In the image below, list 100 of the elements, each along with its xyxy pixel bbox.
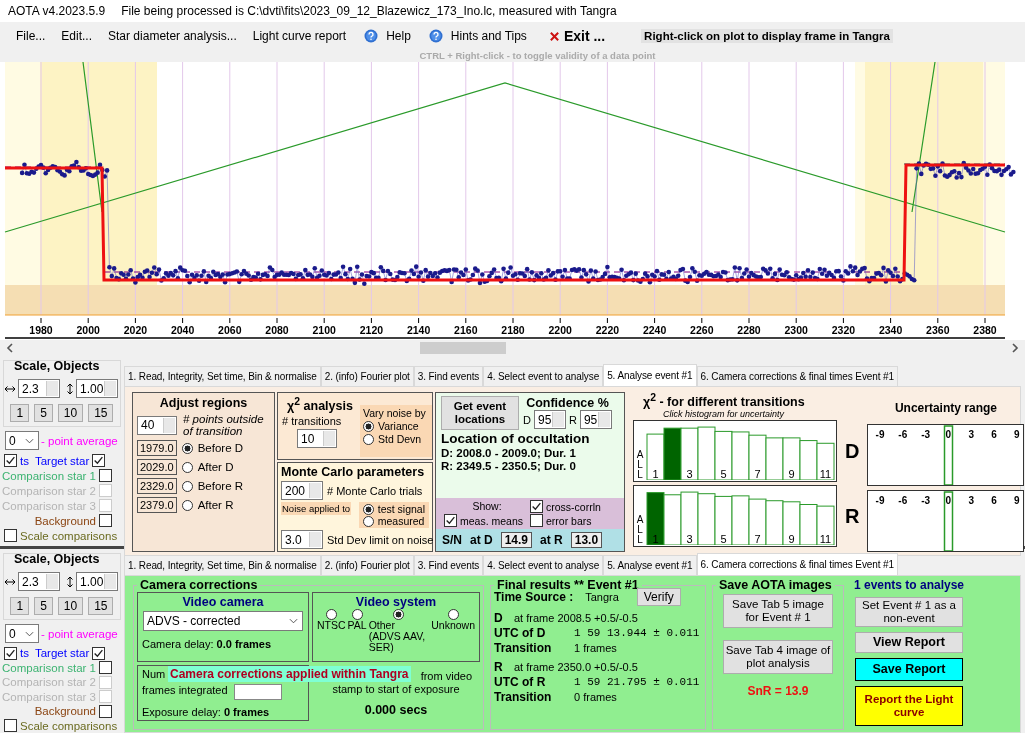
- frames-field[interactable]: [233, 684, 282, 700]
- radio-button[interactable]: [325, 609, 337, 620]
- radio-button[interactable]: [363, 420, 374, 432]
- sn-value: 13.0: [570, 532, 603, 548]
- radio-button[interactable]: [447, 609, 459, 620]
- number-spinner[interactable]: 1.00: [76, 572, 118, 591]
- menu-item[interactable]: Light curve report: [244, 29, 355, 43]
- tab[interactable]: 3. Find events: [413, 555, 484, 575]
- menu-item[interactable]: Edit...: [53, 29, 101, 43]
- number-spinner[interactable]: 95: [533, 410, 566, 429]
- scroll-left-icon[interactable]: [6, 343, 14, 353]
- zoom-button[interactable]: 1: [10, 597, 30, 615]
- radio-button[interactable]: [181, 480, 193, 492]
- scroll-right-icon[interactable]: [1011, 343, 1019, 353]
- checkbox[interactable]: [4, 454, 17, 467]
- histogram-bar[interactable]: [816, 505, 835, 546]
- chevron-down-icon[interactable]: [25, 437, 34, 444]
- checkbox[interactable]: [92, 646, 106, 660]
- zoom-button[interactable]: 15: [88, 404, 114, 422]
- number-spinner[interactable]: 10: [297, 429, 337, 449]
- report-button[interactable]: Save Report: [855, 658, 963, 681]
- histogram-bar[interactable]: [816, 442, 835, 481]
- tab[interactable]: 1. Read, Integrity, Set time, Bin & normalise: [124, 366, 321, 386]
- radio-button[interactable]: [362, 515, 374, 527]
- value-field[interactable]: 2029.0: [137, 459, 177, 475]
- chevron-down-icon[interactable]: [25, 630, 34, 637]
- tab[interactable]: 1. Read, Integrity, Set time, Bin & normalise: [124, 555, 321, 575]
- axis-label: 2260: [690, 324, 714, 336]
- tab[interactable]: 5. Analyse event #1: [603, 555, 697, 575]
- verify-button[interactable]: Verify: [636, 588, 681, 606]
- number-spinner[interactable]: 1.00: [76, 379, 118, 398]
- tab[interactable]: 2. (info) Fourier plot: [320, 555, 414, 575]
- value-field[interactable]: 2379.0: [137, 497, 177, 513]
- tab[interactable]: 6. Camera corrections & final times Event #1: [696, 366, 898, 386]
- report-button[interactable]: View Report: [855, 632, 963, 653]
- radio-button[interactable]: [363, 433, 374, 445]
- camera-dropdown[interactable]: ADVS - corrected: [143, 611, 303, 631]
- average-label: - point average: [41, 434, 118, 447]
- number-spinner[interactable]: 2.3: [18, 379, 60, 398]
- zoom-button[interactable]: 5: [34, 404, 53, 422]
- number-spinner[interactable]: 95: [579, 410, 612, 429]
- object-label: Target star: [34, 647, 90, 660]
- checkbox[interactable]: [92, 454, 106, 467]
- value-field[interactable]: 2329.0: [137, 478, 177, 494]
- radio-button[interactable]: [393, 609, 405, 620]
- zoom-button[interactable]: 10: [57, 597, 84, 615]
- histogram[interactable]: ALL 1 3 5 7 9 11: [633, 485, 837, 548]
- menu-item[interactable]: Help: [378, 29, 419, 43]
- save-image-button[interactable]: Save Tab 5 image for Event # 1: [723, 594, 833, 628]
- chevron-down-icon[interactable]: [289, 618, 298, 624]
- menu-item[interactable]: Star diameter analysis...: [100, 29, 245, 43]
- event-label: R: [494, 659, 504, 674]
- checkbox[interactable]: [4, 646, 17, 660]
- checkbox[interactable]: [444, 514, 457, 527]
- tab[interactable]: 3. Find events: [413, 366, 484, 386]
- menu-item[interactable]: Hints and Tips: [442, 29, 535, 43]
- number-spinner[interactable]: 40: [137, 415, 177, 435]
- zoom-button[interactable]: 15: [88, 597, 114, 615]
- report-button[interactable]: Report the Light curve: [855, 686, 963, 726]
- report-button[interactable]: Set Event # 1 as a non-event: [855, 597, 963, 627]
- radio-button[interactable]: [181, 442, 193, 454]
- histogram-bar[interactable]: [782, 437, 801, 481]
- checkbox[interactable]: [4, 529, 17, 542]
- tab[interactable]: 6. Camera corrections & final times Event #1: [696, 553, 898, 575]
- zoom-button[interactable]: 1: [10, 404, 30, 422]
- zoom-button[interactable]: 10: [57, 404, 84, 422]
- tab[interactable]: 4. Select event to analyse: [483, 555, 604, 575]
- average-dropdown[interactable]: 0: [5, 431, 39, 450]
- radio-button[interactable]: [181, 461, 193, 473]
- option-label: test signal: [377, 503, 425, 515]
- exit-menu-item[interactable]: Exit ...: [559, 28, 614, 44]
- number-spinner[interactable]: 2.3: [18, 572, 60, 591]
- checkbox[interactable]: [4, 719, 17, 733]
- panel-title: Monte Carlo parameters: [281, 465, 426, 479]
- average-dropdown[interactable]: 0: [5, 624, 39, 643]
- radio-button[interactable]: [362, 503, 374, 515]
- checkbox[interactable]: [530, 514, 543, 527]
- help-icon[interactable]: [364, 29, 379, 43]
- histogram[interactable]: ALL 1 3 5 7 9 11: [633, 420, 837, 483]
- number-spinner[interactable]: 200: [281, 481, 323, 500]
- scrollbar-thumb[interactable]: [420, 342, 506, 354]
- radio-button[interactable]: [181, 499, 193, 511]
- help-icon[interactable]: [428, 29, 443, 43]
- get-event-locations-button[interactable]: Get event locations: [441, 396, 519, 430]
- checkbox[interactable]: [99, 514, 112, 527]
- save-image-button[interactable]: Save Tab 4 image of plot analysis: [723, 640, 833, 674]
- radio-button[interactable]: [351, 609, 363, 620]
- checkbox[interactable]: [530, 500, 543, 513]
- number-spinner[interactable]: 3.0: [281, 530, 323, 549]
- checkbox[interactable]: [99, 661, 112, 675]
- value-field[interactable]: 1979.0: [137, 440, 177, 456]
- tab[interactable]: 2. (info) Fourier plot: [320, 366, 414, 386]
- tab[interactable]: 4. Select event to analyse: [483, 366, 604, 386]
- zoom-button[interactable]: 5: [34, 597, 53, 615]
- checkbox[interactable]: [99, 469, 112, 482]
- menu-item[interactable]: File...: [8, 29, 54, 43]
- histogram-bar[interactable]: [782, 501, 801, 546]
- tab[interactable]: 5. Analyse event #1: [603, 364, 697, 386]
- close-icon[interactable]: [548, 30, 560, 42]
- checkbox[interactable]: [99, 704, 112, 718]
